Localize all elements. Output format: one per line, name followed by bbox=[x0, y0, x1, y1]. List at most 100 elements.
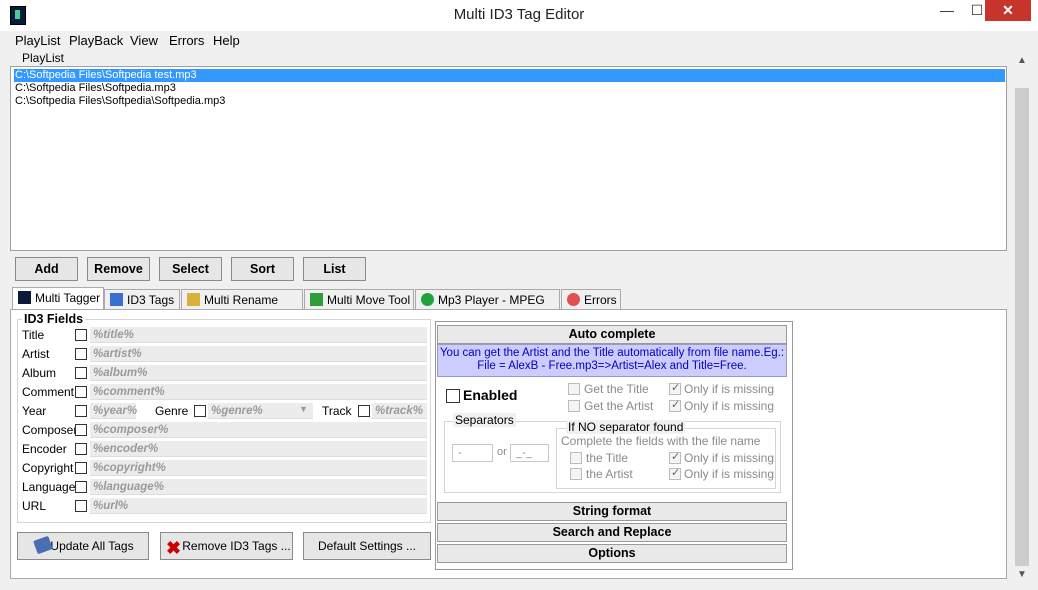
close-button[interactable]: ✕ bbox=[985, 0, 1031, 21]
copyright-checkbox[interactable] bbox=[75, 462, 87, 474]
menu-errors[interactable]: Errors bbox=[169, 33, 204, 48]
menu-view[interactable]: View bbox=[130, 33, 158, 48]
playlist-item[interactable]: C:\Softpedia Files\Softpedia.mp3 bbox=[14, 82, 1005, 95]
menu-playback[interactable]: PlayBack bbox=[69, 33, 123, 48]
the-artist-missing-checkbox[interactable] bbox=[669, 466, 681, 480]
copyright-field[interactable]: %copyright% bbox=[90, 460, 427, 476]
title-bar: Multi ID3 Tag Editor — ☐ ✕ bbox=[0, 0, 1038, 31]
the-title-checkbox[interactable] bbox=[570, 452, 582, 464]
tab-label: Multi Tagger bbox=[35, 291, 101, 305]
url-checkbox[interactable] bbox=[75, 500, 87, 512]
title-checkbox[interactable] bbox=[75, 329, 87, 341]
or-label: or bbox=[497, 446, 507, 458]
tab-errors[interactable]: Errors bbox=[561, 289, 621, 309]
string-format-header[interactable]: String format bbox=[437, 502, 787, 521]
comment-field[interactable]: %comment% bbox=[90, 384, 427, 400]
separator-input-1[interactable]: - bbox=[452, 444, 493, 462]
chevron-down-icon: ▼ bbox=[299, 404, 308, 414]
add-button[interactable]: Add bbox=[15, 257, 78, 281]
playlist-label: PlayList bbox=[22, 51, 65, 65]
get-artist-checkbox[interactable] bbox=[568, 400, 580, 412]
field-label-composer: Composer bbox=[22, 423, 78, 437]
remove-id3-tags-label: Remove ID3 Tags ... bbox=[182, 539, 291, 553]
track-checkbox[interactable] bbox=[358, 405, 370, 417]
scroll-down-icon[interactable]: ▼ bbox=[1017, 569, 1027, 580]
enabled-label: Enabled bbox=[463, 387, 518, 403]
remove-button[interactable]: Remove bbox=[87, 257, 150, 281]
auto-complete-header[interactable]: Auto complete bbox=[437, 325, 787, 344]
year-checkbox[interactable] bbox=[75, 405, 87, 417]
playlist-item[interactable]: C:\Softpedia Files\Softpedia test.mp3 bbox=[14, 69, 1005, 82]
the-title-label: the Title bbox=[586, 451, 629, 465]
enabled-checkbox[interactable] bbox=[446, 389, 460, 403]
player-icon bbox=[421, 293, 434, 306]
separators-title: Separators bbox=[453, 413, 516, 427]
title-missing-label: Only if is missing bbox=[684, 382, 775, 396]
field-label-encoder: Encoder bbox=[22, 442, 67, 456]
tab-id3-tags[interactable]: ID3 Tags bbox=[104, 289, 180, 309]
genre-label: Genre bbox=[155, 404, 189, 418]
comment-checkbox[interactable] bbox=[75, 386, 87, 398]
field-label-comment: Comment bbox=[22, 385, 75, 399]
window-title: Multi ID3 Tag Editor bbox=[453, 6, 585, 23]
the-title-missing-label: Only if is missing bbox=[684, 451, 775, 465]
album-checkbox[interactable] bbox=[75, 367, 87, 379]
sort-button[interactable]: Sort bbox=[231, 257, 294, 281]
remove-id3-tags-button[interactable]: ✖ Remove ID3 Tags ... bbox=[160, 532, 293, 560]
rename-icon bbox=[187, 293, 200, 306]
get-title-label: Get the Title bbox=[584, 382, 649, 396]
search-replace-header[interactable]: Search and Replace bbox=[437, 523, 787, 542]
field-label-copyright: Copyright bbox=[22, 461, 74, 475]
encoder-field[interactable]: %encoder% bbox=[90, 441, 427, 457]
composer-checkbox[interactable] bbox=[75, 424, 87, 436]
the-artist-missing-label: Only if is missing bbox=[684, 467, 775, 481]
the-title-missing-checkbox[interactable] bbox=[669, 450, 681, 464]
tab-mp3-player[interactable]: Mp3 Player - MPEG info bbox=[415, 289, 560, 327]
list-button[interactable]: List bbox=[303, 257, 366, 281]
track-field[interactable]: %track% bbox=[372, 403, 427, 419]
no-separator-title: If NO separator found bbox=[566, 420, 686, 434]
default-settings-button[interactable]: Default Settings ... bbox=[303, 532, 431, 560]
separator-input-2[interactable]: _-_ bbox=[510, 444, 549, 462]
the-artist-label: the Artist bbox=[586, 467, 633, 481]
language-checkbox[interactable] bbox=[75, 481, 87, 493]
menu-bar: PlayList PlayBack View Errors Help bbox=[8, 31, 1014, 51]
encoder-checkbox[interactable] bbox=[75, 443, 87, 455]
the-artist-checkbox[interactable] bbox=[570, 468, 582, 480]
title-missing-checkbox[interactable] bbox=[669, 381, 681, 395]
playlist-box[interactable]: C:\Softpedia Files\Softpedia test.mp3 C:… bbox=[10, 66, 1007, 251]
tab-multi-rename[interactable]: Multi Rename Tool bbox=[181, 289, 303, 327]
album-field[interactable]: %album% bbox=[90, 365, 427, 381]
title-field[interactable]: %title% bbox=[90, 327, 427, 343]
complete-fields-label: Complete the fields with the file name bbox=[561, 434, 761, 448]
artist-checkbox[interactable] bbox=[75, 348, 87, 360]
playlist-item[interactable]: C:\Softpedia Files\Softpedia\Softpedia.m… bbox=[14, 95, 1005, 108]
composer-field[interactable]: %composer% bbox=[90, 422, 427, 438]
artist-missing-checkbox[interactable] bbox=[669, 398, 681, 412]
auto-complete-info: You can get the Artist and the Title aut… bbox=[437, 344, 787, 377]
field-label-title: Title bbox=[22, 328, 45, 342]
update-all-tags-button[interactable]: Update All Tags bbox=[17, 532, 149, 560]
scroll-up-icon[interactable]: ▲ bbox=[1017, 55, 1027, 66]
language-field[interactable]: %language% bbox=[90, 479, 427, 495]
menu-playlist[interactable]: PlayList bbox=[15, 33, 61, 48]
tagger-icon bbox=[18, 291, 31, 304]
tab-multi-tagger[interactable]: Multi Tagger bbox=[12, 287, 104, 310]
year-field[interactable]: %year% bbox=[90, 403, 137, 419]
select-button[interactable]: Select bbox=[159, 257, 222, 281]
scrollbar-thumb[interactable] bbox=[1015, 88, 1029, 566]
track-label: Track bbox=[322, 404, 352, 418]
get-title-checkbox[interactable] bbox=[568, 383, 580, 395]
field-label-artist: Artist bbox=[22, 347, 50, 361]
tab-multi-move[interactable]: Multi Move Tool bbox=[304, 289, 414, 309]
tab-label: ID3 Tags bbox=[127, 293, 175, 307]
url-field[interactable]: %url% bbox=[90, 498, 427, 514]
artist-field[interactable]: %artist% bbox=[90, 346, 427, 362]
genre-checkbox[interactable] bbox=[194, 405, 206, 417]
menu-help[interactable]: Help bbox=[213, 33, 240, 48]
genre-dropdown[interactable]: %genre% bbox=[208, 403, 313, 419]
artist-missing-label: Only if is missing bbox=[684, 399, 775, 413]
id3-icon bbox=[110, 293, 123, 306]
options-header[interactable]: Options bbox=[437, 544, 787, 563]
field-label-year: Year bbox=[22, 404, 47, 418]
